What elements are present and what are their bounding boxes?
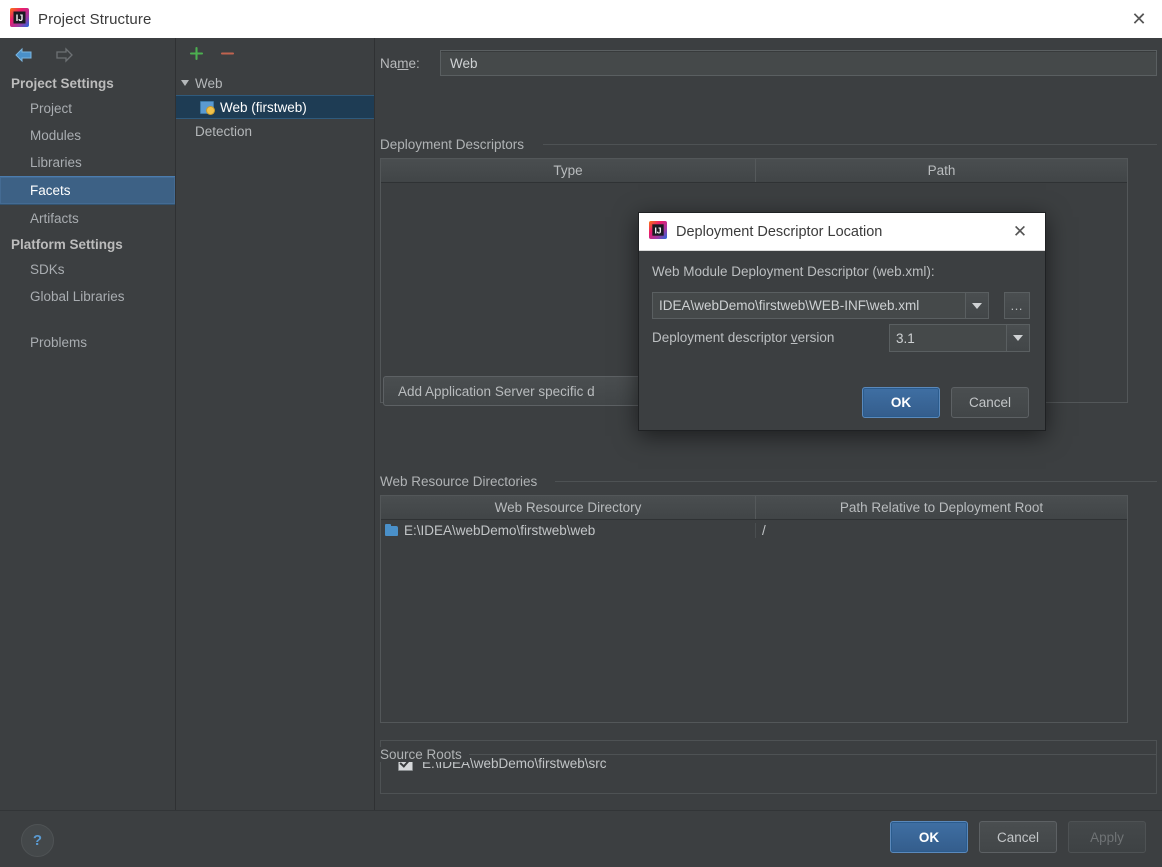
web-resource-directories-title: Web Resource Directories [380,474,545,489]
chevron-down-icon[interactable] [965,293,988,318]
minus-icon[interactable] [220,46,235,64]
sidebar-item-facets[interactable]: Facets [0,176,175,205]
add-application-server-descriptor-button[interactable]: Add Application Server specific d [383,376,658,406]
svg-text:IJ: IJ [654,225,661,235]
dialog-footer: ? OK Cancel Apply [0,810,1162,867]
source-roots-rule [460,754,1157,755]
chevron-down-icon[interactable] [1006,325,1029,351]
source-roots-list[interactable]: E:\IDEA\webDemo\firstweb\src [380,740,1157,794]
dialog-cancel-button[interactable]: Cancel [951,387,1029,418]
facet-name-label: Name: [380,55,420,71]
column-header-web-resource-directory[interactable]: Web Resource Directory [381,496,755,519]
back-arrow-icon[interactable] [10,43,38,67]
deployment-descriptors-rule [543,144,1157,145]
folder-icon [385,524,399,536]
window-title-bar: IJ Project Structure ✕ [0,0,1162,39]
facets-tree-pane: Web Web (firstweb) Detection [176,38,375,810]
project-structure-window: IJ Project Structure ✕ Project Settings … [0,0,1162,867]
sidebar-item-modules[interactable]: Modules [0,122,175,149]
column-header-path-relative[interactable]: Path Relative to Deployment Root [755,496,1127,519]
cell-text: E:\IDEA\webDemo\firstweb\web [404,522,596,538]
forward-arrow-icon[interactable] [50,43,78,67]
svg-text:IJ: IJ [16,13,24,23]
sidebar-item-libraries[interactable]: Libraries [0,149,175,176]
sidebar-item-sdks[interactable]: SDKs [0,256,175,283]
tree-node-label: Web [195,75,223,91]
cell-web-resource-directory: E:\IDEA\webDemo\firstweb\web [381,523,755,538]
descriptor-path-combo[interactable]: IDEA\webDemo\firstweb\WEB-INF\web.xml [652,292,989,319]
sidebar-item-artifacts[interactable]: Artifacts [0,205,175,232]
intellij-idea-icon: IJ [649,221,667,242]
table-header: Type Path [381,159,1127,183]
dialog-title-bar: IJ Deployment Descriptor Location ✕ [639,213,1045,251]
ok-button[interactable]: OK [890,821,968,853]
tree-node-web-group[interactable]: Web [176,71,374,95]
cancel-button[interactable]: Cancel [979,821,1057,853]
browse-button[interactable]: … [1004,292,1030,319]
sidebar-item-project[interactable]: Project [0,95,175,122]
column-header-type[interactable]: Type [381,159,755,182]
window-title: Project Structure [38,10,152,28]
web-resource-directories-table[interactable]: Web Resource Directory Path Relative to … [380,495,1128,723]
apply-button: Apply [1068,821,1146,853]
intellij-idea-icon: IJ [10,8,29,30]
sidebar-list: Project Settings Project Modules Librari… [0,71,175,356]
plus-icon[interactable] [189,46,204,64]
descriptor-version-combo[interactable]: 3.1 [889,324,1030,352]
facet-name-row: Name: Web [380,50,1157,76]
sidebar-divider [0,310,175,329]
dialog-ok-button[interactable]: OK [862,387,940,418]
footer-actions: OK Cancel Apply [890,821,1146,853]
dialog-title: Deployment Descriptor Location [676,223,883,240]
sidebar-navigation-toolbar [0,38,175,71]
close-icon[interactable]: ✕ [1001,213,1039,250]
deployment-descriptors-title: Deployment Descriptors [380,137,532,152]
table-header: Web Resource Directory Path Relative to … [381,496,1127,520]
facet-name-input[interactable]: Web [440,50,1157,76]
deployment-descriptor-location-dialog: IJ Deployment Descriptor Location ✕ Web … [638,212,1046,431]
descriptor-version-label: Deployment descriptor version [652,330,835,345]
settings-sidebar: Project Settings Project Modules Librari… [0,38,176,810]
descriptor-path-label: Web Module Deployment Descriptor (web.xm… [652,264,935,279]
sidebar-item-global-libraries[interactable]: Global Libraries [0,283,175,310]
facets-tree-toolbar [176,38,374,71]
tree-node-detection[interactable]: Detection [176,119,374,143]
sidebar-group-project-settings: Project Settings [11,76,114,91]
column-header-path[interactable]: Path [755,159,1127,182]
cell-relative-path: / [755,522,1127,538]
help-icon[interactable]: ? [21,824,54,857]
table-row[interactable]: E:\IDEA\webDemo\firstweb\web / [381,520,1127,540]
tree-node-web-firstweb[interactable]: Web (firstweb) [176,95,374,119]
descriptor-path-value: IDEA\webDemo\firstweb\WEB-INF\web.xml [659,298,920,313]
sidebar-group-platform-settings: Platform Settings [11,237,123,252]
web-facet-icon [200,100,215,115]
dialog-body: Web Module Deployment Descriptor (web.xm… [639,251,1045,432]
descriptor-version-value: 3.1 [896,330,915,346]
source-roots-title: Source Roots [380,747,469,762]
close-icon[interactable]: ✕ [1116,0,1162,38]
tree-node-label: Web (firstweb) [220,99,307,115]
chevron-down-icon[interactable] [181,80,189,86]
dialog-actions: OK Cancel [862,387,1029,418]
sidebar-item-problems[interactable]: Problems [0,329,175,356]
tree-node-label: Detection [195,123,253,139]
web-resource-directories-rule [555,481,1157,482]
